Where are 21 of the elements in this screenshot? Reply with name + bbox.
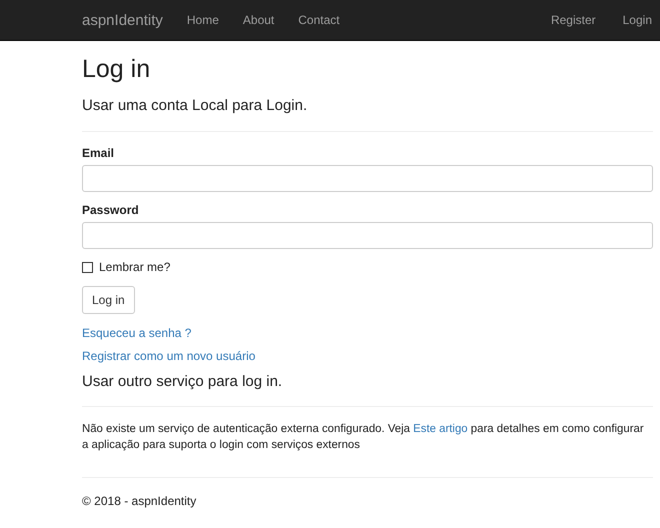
checkbox[interactable] bbox=[82, 262, 93, 273]
input-field[interactable] bbox=[82, 165, 653, 192]
text-link[interactable]: Esqueceu a senha ? bbox=[82, 326, 192, 340]
checkbox-label: Lembrar me? bbox=[99, 260, 170, 275]
section-heading: Usar uma conta Local para Login. bbox=[82, 97, 308, 115]
section-heading: Usar outro serviço para log in. bbox=[82, 373, 284, 391]
brand-link[interactable]: aspnIdentity bbox=[82, 12, 163, 28]
nav-link[interactable]: Home bbox=[186, 13, 219, 27]
field-label: Password bbox=[82, 203, 140, 218]
login-button[interactable]: Log in bbox=[82, 286, 135, 314]
nav-link[interactable]: Contact bbox=[298, 13, 340, 27]
field-label: Email bbox=[82, 146, 116, 161]
input-field[interactable] bbox=[82, 222, 653, 249]
info-paragraph: Não existe um serviço de autenticação externa configurado. Veja Este artigo para detalhes em como configurar a aplicação para suporta o login com serviços externos bbox=[82, 422, 645, 453]
nav-link[interactable]: Login bbox=[622, 13, 652, 27]
nav-link[interactable]: Register bbox=[550, 13, 596, 27]
page-title: Log in bbox=[82, 55, 152, 83]
nav-link[interactable]: About bbox=[242, 13, 274, 27]
text-link[interactable]: Registrar como um novo usuário bbox=[82, 349, 256, 363]
footer-text: © 2018 - aspnIdentity bbox=[82, 493, 198, 509]
article-link[interactable]: Este artigo bbox=[413, 423, 468, 435]
